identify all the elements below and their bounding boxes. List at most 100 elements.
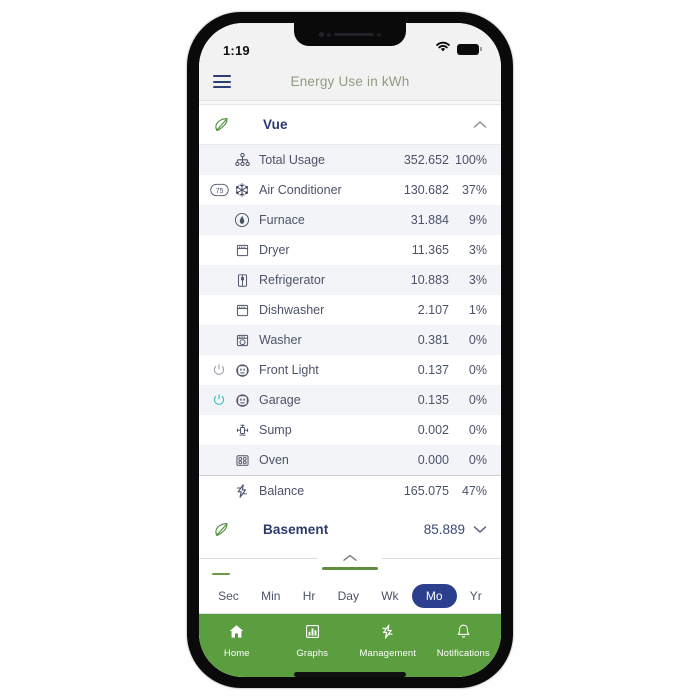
time-scale-option-min[interactable]: Min	[252, 585, 289, 607]
battery-full-icon	[457, 43, 482, 55]
circuit-percent: 37%	[461, 183, 487, 197]
circuit-row-furnace[interactable]: Furnace 31.884 9%	[199, 205, 501, 235]
snowflake-icon	[230, 182, 254, 198]
circuit-percent: 0%	[468, 333, 487, 347]
circuit-row-total-usage[interactable]: Total Usage 352.652 100%	[199, 145, 501, 175]
flame-icon	[230, 212, 254, 228]
circuit-label: Sump	[259, 423, 292, 437]
outlet-icon	[230, 393, 254, 408]
bell-icon	[455, 623, 472, 645]
svg-text:75: 75	[215, 188, 223, 195]
main-content: Vue Total Usage 352.652 100% 75 Air Conditio…	[199, 105, 501, 677]
status-bar-indicators	[435, 40, 482, 58]
circuit-list: Total Usage 352.652 100% 75 Air Conditioner 1…	[199, 145, 501, 505]
home-icon	[228, 623, 245, 645]
circuit-label: Front Light	[259, 363, 319, 377]
circuit-label: Dryer	[259, 243, 290, 257]
time-scale-option-hr[interactable]: Hr	[294, 585, 325, 607]
circuit-row-oven[interactable]: Oven 0.000 0%	[199, 445, 501, 475]
tab-management[interactable]: Management	[350, 623, 426, 659]
status-bar-time: 1:19	[223, 43, 250, 58]
home-indicator-area	[199, 668, 501, 677]
time-scale-option-sec[interactable]: Sec	[209, 585, 248, 607]
device-header-vue[interactable]: Vue	[199, 105, 501, 145]
circuit-percent: 9%	[468, 213, 487, 227]
outlet-icon	[230, 363, 254, 378]
network-tree-icon	[230, 152, 254, 169]
chevron-up-icon[interactable]	[318, 554, 382, 562]
time-scale-option-mo[interactable]: Mo	[411, 583, 457, 608]
tab-label: Home	[223, 648, 250, 659]
earpiece-speaker	[334, 33, 374, 36]
chevron-up-icon[interactable]	[473, 118, 487, 132]
device-name-basement: Basement	[263, 521, 329, 537]
circuit-percent: 3%	[468, 273, 487, 287]
circuit-value: 130.682	[403, 183, 449, 197]
circuit-label: Washer	[259, 333, 302, 347]
circuit-value: 11.365	[411, 243, 449, 257]
tab-label: Management	[359, 648, 416, 659]
circuit-value: 0.000	[417, 453, 449, 467]
leaf-icon	[211, 116, 231, 133]
circuit-row-sump[interactable]: Sump 0.002 0%	[199, 415, 501, 445]
page-title: Energy Use in kWh	[290, 74, 410, 89]
circuit-percent: 100%	[455, 153, 487, 167]
circuit-percent: 0%	[468, 453, 487, 467]
proximity-sensor-icon	[377, 32, 381, 37]
time-scale-option-wk[interactable]: Wk	[372, 585, 407, 607]
screenshot-stage: 1:19 Energy Use in kWh Vue Total Usage 3…	[0, 0, 700, 700]
circuit-row-air-conditioner[interactable]: 75 Air Conditioner 130.682 37%	[199, 175, 501, 205]
chevron-down-icon[interactable]	[473, 522, 487, 536]
circuit-row-washer[interactable]: Washer 0.381 0%	[199, 325, 501, 355]
tab-graphs[interactable]: Graphs	[275, 623, 351, 659]
lightning-bolt-icon	[379, 623, 396, 645]
time-scale-option-yr[interactable]: Yr	[461, 585, 491, 607]
phone-frame: 1:19 Energy Use in kWh Vue Total Usage 3…	[187, 12, 513, 688]
time-scale-selector[interactable]: Sec Min Hr Day Wk Mo Yr	[199, 580, 501, 614]
leaf-icon	[211, 521, 231, 538]
circuit-label: Refrigerator	[259, 273, 325, 287]
drag-handle-row[interactable]	[199, 549, 501, 567]
circuit-row-front-light[interactable]: Front Light 0.137 0%	[199, 355, 501, 385]
time-scale-panel: Sec Min Hr Day Wk Mo Yr	[199, 549, 501, 614]
circuit-percent: 0%	[468, 423, 487, 437]
circuit-label: Furnace	[259, 213, 305, 227]
circuit-percent: 1%	[468, 303, 487, 317]
circuit-percent: 47%	[461, 483, 487, 498]
circuit-percent: 0%	[468, 363, 487, 377]
refrigerator-icon	[230, 273, 254, 288]
circuit-value: 31.884	[410, 213, 449, 227]
circuit-row-dishwasher[interactable]: Dishwasher 2.107 1%	[199, 295, 501, 325]
home-indicator[interactable]	[294, 672, 406, 677]
circuit-row-dryer[interactable]: Dryer 11.365 3%	[199, 235, 501, 265]
washer-icon	[230, 333, 254, 348]
circuit-row-garage[interactable]: Garage 0.135 0%	[199, 385, 501, 415]
time-scale-option-day[interactable]: Day	[329, 585, 368, 607]
front-camera-icon	[319, 32, 324, 37]
circuit-percent: 3%	[468, 243, 487, 257]
circuit-label: Total Usage	[259, 153, 326, 167]
lightning-bolt-icon	[230, 483, 254, 499]
circuit-value: 2.107	[417, 303, 449, 317]
circuit-row-balance[interactable]: Balance 165.075 47%	[199, 475, 501, 505]
power-toggle-icon[interactable]	[208, 363, 230, 377]
circuit-value: 0.002	[417, 423, 449, 437]
tab-home[interactable]: Home	[199, 623, 275, 659]
tab-notifications[interactable]: Notifications	[426, 623, 502, 659]
tab-label: Notifications	[436, 648, 490, 659]
handle-rule-left	[199, 557, 318, 559]
app-bar: Energy Use in kWh	[199, 63, 501, 101]
device-header-basement[interactable]: Basement 85.889	[199, 509, 501, 549]
wifi-icon	[435, 40, 451, 58]
scale-tick-indicator	[212, 573, 230, 575]
circuit-label: Air Conditioner	[259, 183, 342, 197]
dryer-icon	[230, 243, 254, 258]
circuit-value: 0.137	[417, 363, 449, 377]
circuit-row-refrigerator[interactable]: Refrigerator 10.883 3%	[199, 265, 501, 295]
tab-label: Graphs	[296, 648, 329, 659]
hamburger-menu-icon[interactable]	[213, 75, 231, 88]
power-toggle-icon[interactable]	[208, 393, 230, 407]
oven-icon	[230, 453, 254, 468]
circuit-value: 165.075	[403, 483, 449, 498]
device-value-basement: 85.889	[423, 521, 465, 537]
